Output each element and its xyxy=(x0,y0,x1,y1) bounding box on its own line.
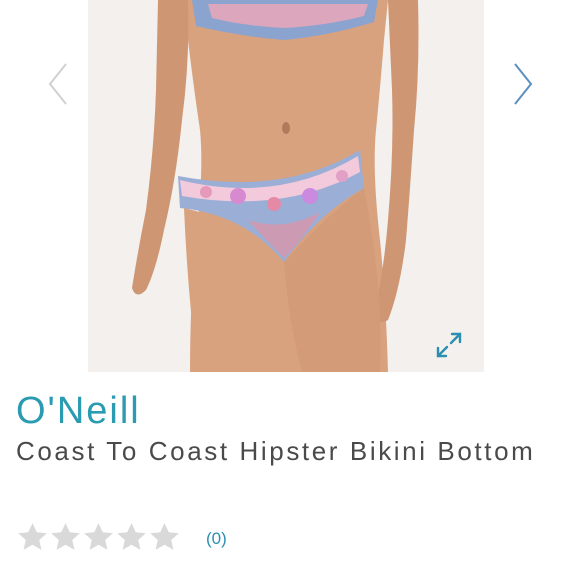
chevron-right-icon xyxy=(514,63,533,105)
rating-stars xyxy=(16,521,181,554)
star-rating xyxy=(16,520,181,554)
star-icon xyxy=(51,522,80,550)
chevron-left-icon xyxy=(48,63,67,105)
star-icon xyxy=(84,522,113,550)
star-icon xyxy=(18,522,47,550)
expand-image-button[interactable] xyxy=(434,330,464,360)
star-icon xyxy=(150,522,179,550)
brand-name[interactable]: O'Neill xyxy=(16,388,141,434)
product-image-gallery xyxy=(0,0,580,372)
review-count-link[interactable]: (0) xyxy=(206,529,227,549)
expand-icon xyxy=(436,332,462,358)
next-image-button[interactable] xyxy=(511,62,535,106)
previous-image-button[interactable] xyxy=(46,62,70,106)
product-photo[interactable] xyxy=(88,0,484,372)
product-title: Coast To Coast Hipster Bikini Bottom xyxy=(16,436,536,466)
star-icon xyxy=(117,522,146,550)
